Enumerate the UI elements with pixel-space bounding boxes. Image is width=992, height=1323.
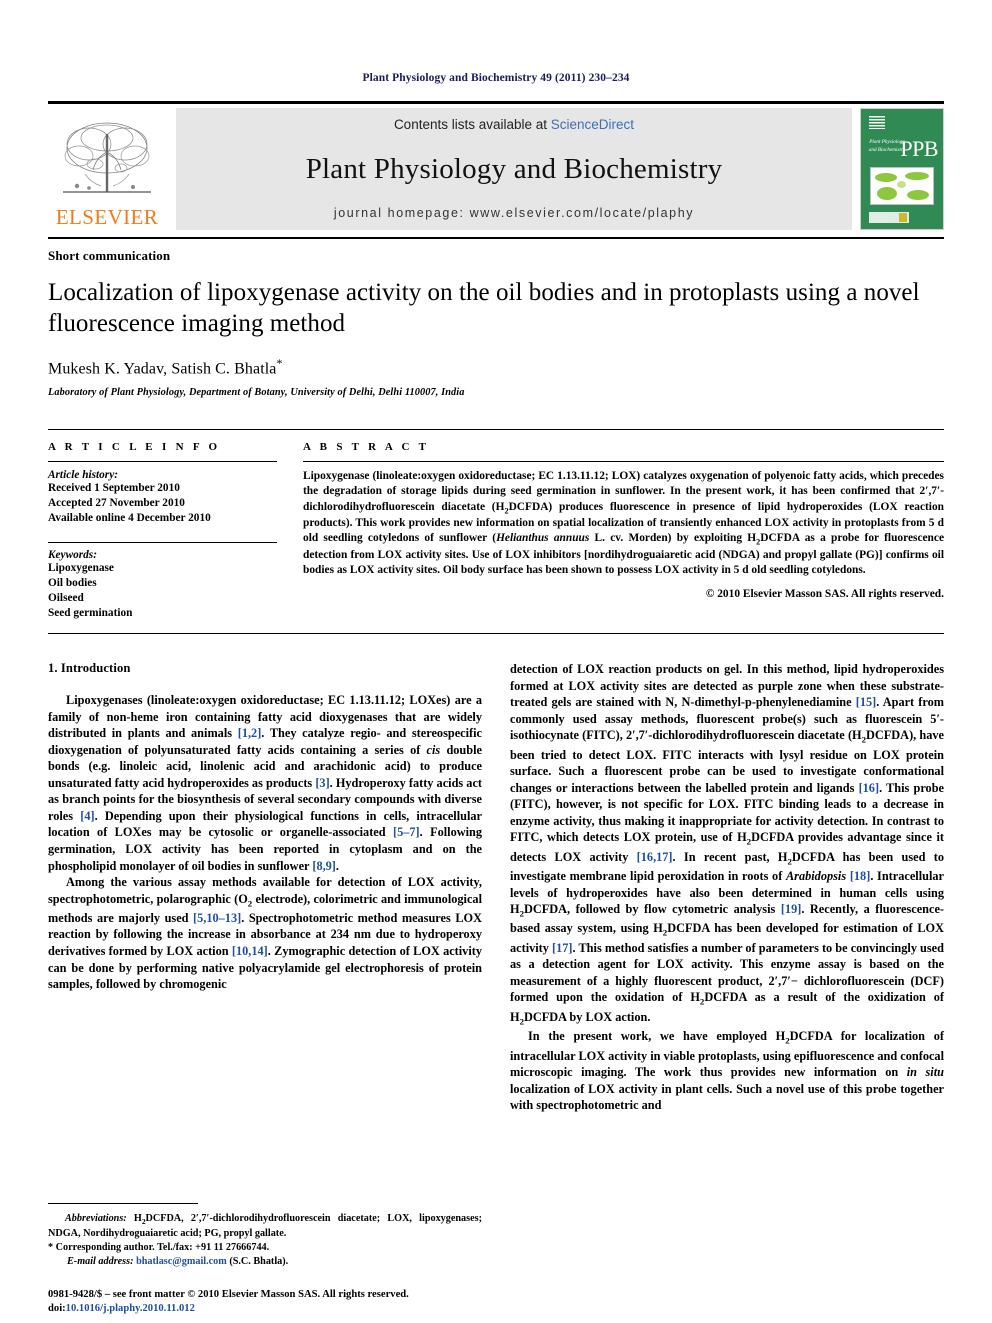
citation-ref[interactable]: [3] bbox=[315, 776, 329, 790]
paragraph-intro-3: detection of LOX reaction products on ge… bbox=[510, 661, 944, 1028]
article-history-label: Article history: bbox=[48, 469, 118, 482]
citation-ref[interactable]: [10,14] bbox=[232, 944, 268, 958]
journal-title: Plant Physiology and Biochemistry bbox=[305, 152, 723, 185]
imprint-block: 0981-9428/$ – see front matter © 2010 El… bbox=[48, 1288, 488, 1316]
citation-ref[interactable]: [5–7] bbox=[393, 825, 420, 839]
affiliation: Laboratory of Plant Physiology, Departme… bbox=[48, 387, 465, 399]
citation-ref[interactable]: [4] bbox=[80, 809, 94, 823]
keyword-item: Oilseed bbox=[48, 592, 84, 605]
citation-ref[interactable]: [15] bbox=[856, 695, 877, 709]
footnote-rule bbox=[48, 1202, 198, 1204]
corresponding-author-marker: * bbox=[276, 355, 283, 370]
sciencedirect-link[interactable]: ScienceDirect bbox=[551, 117, 634, 132]
info-abstract-block: A R T I C L E I N F O Article history: R… bbox=[48, 429, 944, 635]
history-received: Received 1 September 2010 bbox=[48, 482, 180, 495]
text-run: DCFDA, followed by flow cytometric analy… bbox=[524, 902, 781, 917]
text-run: DCFDA by LOX action. bbox=[524, 1009, 651, 1024]
authors-names: Mukesh K. Yadav, Satish C. Bhatla bbox=[48, 360, 277, 378]
history-available-online: Available online 4 December 2010 bbox=[48, 512, 211, 525]
keywords-rule bbox=[48, 542, 277, 544]
cover-abbreviation: PPB bbox=[900, 136, 938, 161]
italic-term: cis bbox=[426, 742, 441, 757]
footnote-email: E-mail address: bhatlasc@gmail.com (S.C.… bbox=[48, 1255, 482, 1268]
contents-prefix: Contents lists available at bbox=[393, 117, 551, 132]
article-info-column: A R T I C L E I N F O Article history: R… bbox=[48, 441, 303, 621]
citation-ref[interactable]: [5,10–13] bbox=[193, 911, 241, 925]
elsevier-logo: ELSEVIER bbox=[48, 108, 166, 230]
keyword-item: Lipoxygenase bbox=[48, 562, 114, 575]
citation-ref[interactable]: [18] bbox=[850, 869, 871, 883]
citation-ref[interactable]: [1,2] bbox=[238, 726, 262, 740]
left-column: 1. Introduction Lipoxygenases (linoleate… bbox=[48, 661, 482, 1113]
author-list: Mukesh K. Yadav, Satish C. Bhatla* bbox=[48, 356, 944, 378]
elsevier-wordmark: ELSEVIER bbox=[55, 205, 159, 229]
citation-ref[interactable]: [16] bbox=[859, 781, 880, 795]
doi-label: doi: bbox=[48, 1302, 66, 1314]
section-heading-introduction: 1. Introduction bbox=[48, 661, 131, 676]
abstract-column: A B S T R A C T Lipoxygenase (linoleate:… bbox=[303, 441, 944, 621]
journal-homepage-link[interactable]: journal homepage: www.elsevier.com/locat… bbox=[334, 206, 694, 220]
text-run: In the present work, we have employed H bbox=[528, 1029, 786, 1044]
paragraph-intro-1: Lipoxygenases (linoleate:oxygen oxidored… bbox=[48, 692, 482, 874]
email-label: E-mail address: bbox=[67, 1255, 134, 1267]
italic-term: in situ bbox=[906, 1065, 944, 1080]
doi-line: doi:10.1016/j.plaphy.2010.11.012 bbox=[48, 1302, 488, 1316]
journal-masthead: ELSEVIER Contents lists available at Sci… bbox=[48, 101, 944, 230]
keyword-item: Oil bodies bbox=[48, 577, 97, 590]
footnotes-block: Abbreviations: H2DCFDA, 2′,7′-dichlorodi… bbox=[48, 1202, 482, 1268]
elsevier-tree-icon bbox=[63, 122, 151, 193]
body-columns: 1. Introduction Lipoxygenases (linoleate… bbox=[48, 661, 944, 1113]
abstract-text: Lipoxygenase (linoleate:oxygen oxidoredu… bbox=[303, 469, 944, 578]
text-run: . In recent past, H bbox=[672, 849, 788, 864]
doi-link[interactable]: 10.1016/j.plaphy.2010.11.012 bbox=[66, 1303, 195, 1314]
text-run: (S.C. Bhatla). bbox=[226, 1255, 289, 1267]
text-run: . bbox=[335, 858, 339, 873]
journal-cover-thumbnail: Plant Physiology and Biochemistry PPB bbox=[860, 108, 944, 230]
species-name: Arabidopsis bbox=[785, 869, 847, 884]
abstract-rule bbox=[303, 461, 944, 463]
paragraph-intro-4: In the present work, we have employed H2… bbox=[510, 1028, 944, 1113]
masthead-center: Contents lists available at ScienceDirec… bbox=[176, 108, 852, 230]
species-name: Helianthus annuus bbox=[496, 532, 590, 545]
abstract-heading: A B S T R A C T bbox=[303, 441, 430, 454]
keywords-block: Keywords: Lipoxygenase Oil bodies Oilsee… bbox=[48, 542, 285, 621]
cover-footer-mark bbox=[869, 212, 909, 223]
citation-ref[interactable]: [16,17] bbox=[637, 850, 673, 864]
citation-ref[interactable]: [8,9] bbox=[312, 859, 336, 873]
keywords-label: Keywords: bbox=[48, 549, 97, 562]
abbreviations-label: Abbreviations: bbox=[65, 1212, 127, 1224]
email-link[interactable]: bhatlasc@gmail.com bbox=[136, 1256, 227, 1267]
citation-ref[interactable]: [19] bbox=[781, 902, 802, 916]
footnote-abbreviations: Abbreviations: H2DCFDA, 2′,7′-dichlorodi… bbox=[48, 1212, 482, 1240]
elsevier-mark-icon bbox=[869, 116, 885, 129]
article-page: Plant Physiology and Biochemistry 49 (20… bbox=[0, 0, 992, 1323]
footnote-corresponding-author: * Corresponding author. Tel./fax: +91 11… bbox=[48, 1242, 270, 1254]
contents-lists-line: Contents lists available at ScienceDirec… bbox=[394, 117, 634, 132]
copyright-line: © 2010 Elsevier Masson SAS. All rights r… bbox=[705, 588, 944, 601]
text-run: H bbox=[126, 1212, 142, 1224]
right-column: detection of LOX reaction products on ge… bbox=[510, 661, 944, 1113]
citation-ref[interactable]: [17] bbox=[552, 941, 573, 955]
text-run: localization of LOX activity in plant ce… bbox=[510, 1081, 944, 1113]
article-type: Short communication bbox=[48, 248, 171, 263]
cover-artwork bbox=[870, 167, 934, 205]
masthead-bottom-rule bbox=[48, 237, 944, 239]
history-accepted: Accepted 27 November 2010 bbox=[48, 497, 185, 510]
issn-copyright-line: 0981-9428/$ – see front matter © 2010 El… bbox=[48, 1288, 409, 1300]
info-rule-top bbox=[48, 461, 277, 463]
keyword-item: Seed germination bbox=[48, 607, 133, 620]
paragraph-intro-2: Among the various assay methods availabl… bbox=[48, 874, 482, 993]
page-title: Localization of lipoxygenase activity on… bbox=[48, 279, 920, 337]
article-info-heading: A R T I C L E I N F O bbox=[48, 441, 221, 454]
running-head: Plant Physiology and Biochemistry 49 (20… bbox=[362, 72, 630, 84]
abstract-part-3: L. cv. Morden) by exploiting H bbox=[589, 532, 757, 545]
